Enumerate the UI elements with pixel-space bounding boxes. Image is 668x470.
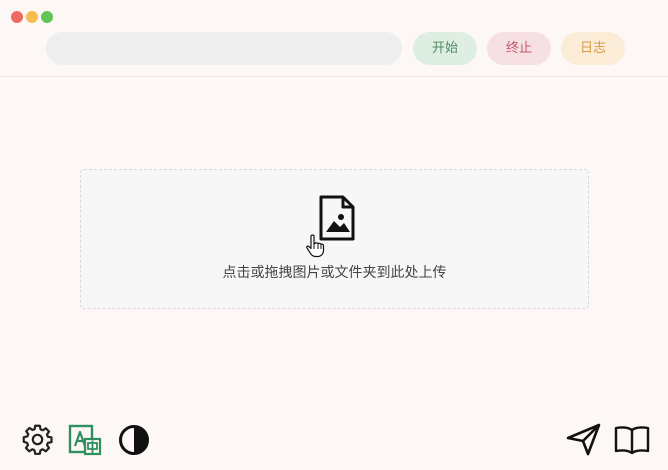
- maximize-window-button[interactable]: [41, 11, 53, 23]
- start-button[interactable]: 开始: [413, 32, 477, 65]
- title-bar: [0, 0, 668, 30]
- translate-button[interactable]: [68, 424, 102, 456]
- close-window-button[interactable]: [11, 11, 23, 23]
- book-icon: [614, 426, 650, 455]
- minimize-window-button[interactable]: [26, 11, 38, 23]
- upload-hint: 点击或拖拽图片或文件夹到此处上传: [222, 265, 447, 281]
- translate-icon: [68, 424, 102, 456]
- settings-button[interactable]: [21, 423, 54, 456]
- hand-pointer-icon: [306, 234, 325, 258]
- stop-button[interactable]: 终止: [487, 32, 551, 65]
- url-input[interactable]: [46, 32, 402, 65]
- toolbar: 开始 终止 日志: [0, 28, 668, 77]
- contrast-icon: [119, 425, 149, 455]
- log-button[interactable]: 日志: [561, 32, 625, 65]
- theme-toggle-button[interactable]: [118, 424, 150, 456]
- upload-dropzone[interactable]: 点击或拖拽图片或文件夹到此处上传: [80, 169, 589, 309]
- gear-icon: [22, 424, 53, 455]
- send-button[interactable]: [566, 422, 602, 456]
- send-icon: [566, 423, 601, 456]
- docs-button[interactable]: [614, 424, 650, 456]
